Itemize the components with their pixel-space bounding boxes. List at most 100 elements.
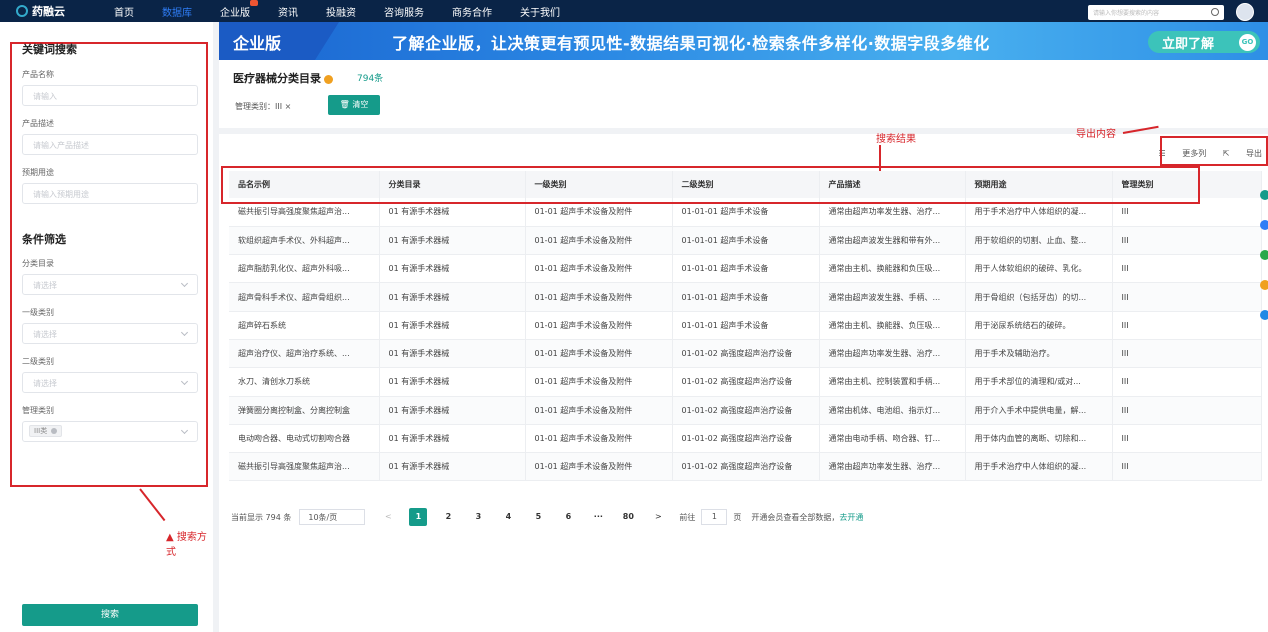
- float-icon-4[interactable]: [1260, 280, 1268, 290]
- mgmt-select[interactable]: III类: [22, 421, 198, 442]
- cell-name: 超声骨科手术仪、超声骨组织...: [229, 282, 380, 312]
- level1-select[interactable]: 请选择: [22, 323, 198, 344]
- product-name-input[interactable]: 请输入: [22, 85, 198, 106]
- table-row[interactable]: 软组织超声手术仪、外科超声... 01 有源手术器械 01-01 超声手术设备及附件…: [229, 226, 1262, 256]
- top-search-input[interactable]: 请输入你想要搜索的内容: [1088, 4, 1224, 20]
- search-button[interactable]: 搜索: [22, 604, 198, 626]
- nav-home[interactable]: 首页: [114, 4, 134, 19]
- page-1[interactable]: 1: [409, 508, 428, 526]
- cell-desc: 通常由电动手柄、吻合器、钉...: [819, 424, 966, 454]
- nav-news[interactable]: 资讯: [278, 4, 298, 19]
- cell-mgmt: III: [1112, 339, 1262, 369]
- banner-enterprise-label: 企业版: [219, 22, 339, 60]
- page-size-select[interactable]: 10条/页: [299, 509, 366, 525]
- catalog-label: 分类目录: [22, 259, 54, 268]
- cell-name: 超声脂肪乳化仪、超声外科吸...: [229, 254, 380, 284]
- cell-use: 用于泌尿系统结石的破碎。: [965, 311, 1113, 340]
- cell-name: 电动吻合器、电动式切割吻合器: [229, 424, 380, 454]
- page-2[interactable]: 2: [439, 508, 457, 526]
- table-row[interactable]: 超声脂肪乳化仪、超声外科吸... 01 有源手术器械 01-01 超声手术设备及附件…: [229, 254, 1262, 284]
- next-page-button[interactable]: >: [649, 508, 667, 526]
- mgmt-tag-label: III类: [34, 427, 48, 435]
- level2-select[interactable]: 请选择: [22, 372, 198, 393]
- nav-consulting[interactable]: 咨询服务: [384, 4, 424, 19]
- nav-about[interactable]: 关于我们: [520, 4, 560, 19]
- go-icon: GO: [1239, 34, 1256, 51]
- table-row[interactable]: 弹簧圈分离控制盒、分离控制盒 01 有源手术器械 01-01 超声手术设备及附件 01…: [229, 396, 1262, 425]
- float-icon-2[interactable]: [1260, 220, 1268, 230]
- cell-catalog: 01 有源手术器械: [379, 452, 526, 482]
- float-icon-1[interactable]: [1260, 190, 1268, 200]
- cell-use: 用于介入手术中提供电量，解...: [965, 396, 1113, 425]
- nav-business[interactable]: 商务合作: [452, 4, 492, 19]
- intended-use-input[interactable]: 请输入预期用途: [22, 183, 198, 204]
- table-row[interactable]: 超声骨科手术仪、超声骨组织... 01 有源手术器械 01-01 超声手术设备及附件…: [229, 282, 1262, 312]
- cell-catalog: 01 有源手术器械: [379, 339, 526, 369]
- banner-slogan: 了解企业版，让决策更有预见性-数据结果可视化·检索条件多样化·数据字段多维化: [392, 34, 990, 53]
- cell-name: 超声治疗仪、超声治疗系统、...: [229, 339, 380, 369]
- prev-page-button[interactable]: <: [379, 508, 397, 526]
- catalog-select[interactable]: 请选择: [22, 274, 198, 295]
- float-icon-3[interactable]: [1260, 250, 1268, 260]
- nav-database[interactable]: 数据库: [162, 4, 192, 19]
- page-title: 医疗器械分类目录: [233, 70, 333, 86]
- cell-level2: 01-01-02 高强度超声治疗设备: [672, 339, 820, 369]
- table-row[interactable]: 水刀、清创水刀系统 01 有源手术器械 01-01 超声手术设备及附件 01-01-0…: [229, 367, 1262, 397]
- cell-level1: 01-01 超声手术设备及附件: [525, 311, 673, 340]
- cell-desc: 通常由超声波发生器和带有外...: [819, 226, 966, 256]
- results-table: 品名示例 分类目录 一级类别 二级类别 产品描述 预期用途 管理类别 磁共振引导…: [229, 171, 1262, 482]
- cell-level1: 01-01 超声手术设备及附件: [525, 452, 673, 482]
- page-ellipsis[interactable]: ···: [589, 508, 607, 526]
- avatar[interactable]: [1236, 3, 1254, 21]
- search-icon[interactable]: [1211, 7, 1219, 16]
- page-80[interactable]: 80: [619, 508, 637, 526]
- cell-use: 用于人体软组织的破碎、乳化。: [965, 254, 1113, 284]
- page-4[interactable]: 4: [499, 508, 517, 526]
- cell-level1: 01-01 超声手术设备及附件: [525, 424, 673, 454]
- tag-close-icon[interactable]: [51, 428, 58, 434]
- product-name-label: 产品名称: [22, 70, 54, 79]
- cell-catalog: 01 有源手术器械: [379, 226, 526, 256]
- annotation-search-method: ▲ 搜索方式: [166, 532, 207, 558]
- page-6[interactable]: 6: [559, 508, 577, 526]
- new-badge: [250, 0, 258, 6]
- annotation-export: 导出内容: [1076, 129, 1116, 140]
- enterprise-banner[interactable]: 企业版 了解企业版，让决策更有预见性-数据结果可视化·检索条件多样化·数据字段多…: [219, 22, 1268, 60]
- table-row[interactable]: 磁共振引导高强度聚焦超声治... 01 有源手术器械 01-01 超声手术设备及附件…: [229, 452, 1262, 482]
- goto-prefix: 前往: [679, 512, 696, 522]
- cell-mgmt: III: [1112, 452, 1262, 482]
- table-row[interactable]: 超声碎石系统 01 有源手术器械 01-01 超声手术设备及附件 01-01-01 超…: [229, 311, 1262, 340]
- clear-button-label: 清空: [352, 100, 369, 109]
- product-desc-input[interactable]: 请输入产品描述: [22, 134, 198, 155]
- cell-name: 弹簧圈分离控制盒、分离控制盒: [229, 396, 380, 425]
- page-title-text: 医疗器械分类目录: [233, 72, 321, 85]
- cell-desc: 通常由主机、换能器和负压吸...: [819, 254, 966, 284]
- float-icon-5[interactable]: [1260, 310, 1268, 320]
- nav-enterprise[interactable]: 企业版: [220, 0, 258, 19]
- cell-use: 用于骨组织（包括牙齿）的切...: [965, 282, 1113, 312]
- page-5[interactable]: 5: [529, 508, 547, 526]
- annotation-arrow-results: [879, 145, 881, 171]
- annotation-search-method-text: 搜索方式: [166, 532, 207, 558]
- level2-label: 二级类别: [22, 357, 54, 366]
- cell-catalog: 01 有源手术器械: [379, 254, 526, 284]
- table-row[interactable]: 超声治疗仪、超声治疗系统、... 01 有源手术器械 01-01 超声手术设备及附件…: [229, 339, 1262, 369]
- table-row[interactable]: 电动吻合器、电动式切割吻合器 01 有源手术器械 01-01 超声手术设备及附件 01…: [229, 424, 1262, 454]
- cell-catalog: 01 有源手术器械: [379, 311, 526, 340]
- info-icon[interactable]: [324, 74, 333, 84]
- clear-button[interactable]: 🗑 清空: [328, 95, 380, 115]
- cell-mgmt: III: [1112, 396, 1262, 425]
- goto-page-input[interactable]: 1: [701, 509, 728, 525]
- cell-use: 用于手术部位的清理和/或对...: [965, 367, 1113, 397]
- learn-more-button[interactable]: 立即了解 GO: [1148, 31, 1260, 53]
- open-member-link[interactable]: 去开通: [839, 512, 863, 523]
- intended-use-label: 预期用途: [22, 168, 54, 177]
- cell-level1: 01-01 超声手术设备及附件: [525, 254, 673, 284]
- total-count: 当前显示 794 条: [231, 512, 292, 522]
- page-3[interactable]: 3: [469, 508, 487, 526]
- active-filter-tag[interactable]: 管理类别：III ×: [235, 101, 291, 112]
- nav-investment[interactable]: 投融资: [326, 4, 356, 19]
- cell-catalog: 01 有源手术器械: [379, 424, 526, 454]
- nav-enterprise-label: 企业版: [220, 7, 250, 19]
- logo[interactable]: 药融云: [16, 3, 86, 19]
